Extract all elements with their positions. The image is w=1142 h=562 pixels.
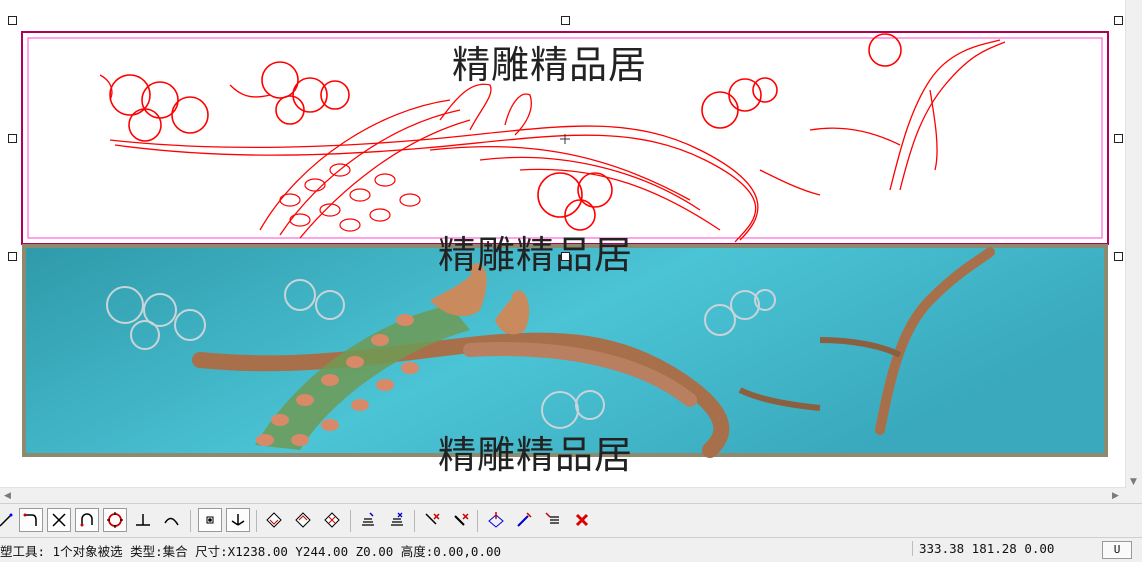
curve-select-icon[interactable] <box>0 508 18 532</box>
angle-icon[interactable] <box>226 508 250 532</box>
resize-handle-bottom[interactable] <box>561 252 570 261</box>
perpendicular-icon[interactable] <box>131 508 155 532</box>
delete-icon[interactable] <box>570 508 594 532</box>
node-icon[interactable] <box>198 508 222 532</box>
watermark-top: 精雕精品居 <box>452 43 648 87</box>
layer-stack-2-icon[interactable] <box>385 508 409 532</box>
mark-cross-2-icon[interactable] <box>449 508 473 532</box>
resize-handle-top[interactable] <box>561 16 570 25</box>
resize-handle-bottom-left[interactable] <box>8 252 17 261</box>
transform-icon[interactable] <box>484 508 508 532</box>
mode-indicator[interactable]: U <box>1102 541 1132 559</box>
toolbar-separator <box>190 510 191 532</box>
resize-handle-top-left[interactable] <box>8 16 17 25</box>
cursor-coordinates: 333.38 181.28 0.00 <box>912 541 1098 556</box>
status-message: 塑工具: 1个对象被选 类型:集合 尺寸:X1238.00 Y244.00 Z0… <box>0 544 502 559</box>
cross-icon[interactable] <box>47 508 71 532</box>
status-bar: 塑工具: 1个对象被选 类型:集合 尺寸:X1238.00 Y244.00 Z0… <box>0 537 1142 562</box>
toolbar-separator <box>350 510 351 532</box>
layer-stack-icon[interactable] <box>356 508 380 532</box>
circle-target-icon[interactable] <box>103 508 127 532</box>
resize-handle-top-right[interactable] <box>1114 16 1123 25</box>
scroll-corner <box>1126 487 1142 503</box>
loop-icon[interactable] <box>75 508 99 532</box>
edit-list-icon[interactable] <box>541 508 565 532</box>
diamond-icon-1[interactable] <box>262 508 286 532</box>
resize-handle-left[interactable] <box>8 134 17 143</box>
scroll-right-icon[interactable]: ▶ <box>1112 488 1119 504</box>
resize-handle-bottom-right[interactable] <box>1114 252 1123 261</box>
sweep-icon[interactable] <box>159 508 183 532</box>
diamond-icon-3[interactable] <box>320 508 344 532</box>
arc-icon[interactable] <box>19 508 43 532</box>
horizontal-scrollbar[interactable]: ◀ ▶ <box>0 487 1126 504</box>
watermark-middle: 精雕精品居 <box>438 233 634 277</box>
resize-handle-right[interactable] <box>1114 134 1123 143</box>
watermark-bottom: 精雕精品居 <box>438 433 634 477</box>
toolbar-separator <box>477 510 478 532</box>
toolbar-separator <box>256 510 257 532</box>
vertical-scrollbar[interactable]: ▼ <box>1125 0 1142 487</box>
pen-icon[interactable] <box>512 508 536 532</box>
toolbar-separator <box>414 510 415 532</box>
drawing-canvas[interactable]: 精雕精品居 精雕精品居 精雕精品居 <box>0 0 1126 487</box>
scroll-left-icon[interactable]: ◀ <box>4 488 11 504</box>
diamond-icon-2[interactable] <box>291 508 315 532</box>
mark-cross-icon[interactable] <box>420 508 444 532</box>
bottom-toolbar <box>0 503 1142 537</box>
